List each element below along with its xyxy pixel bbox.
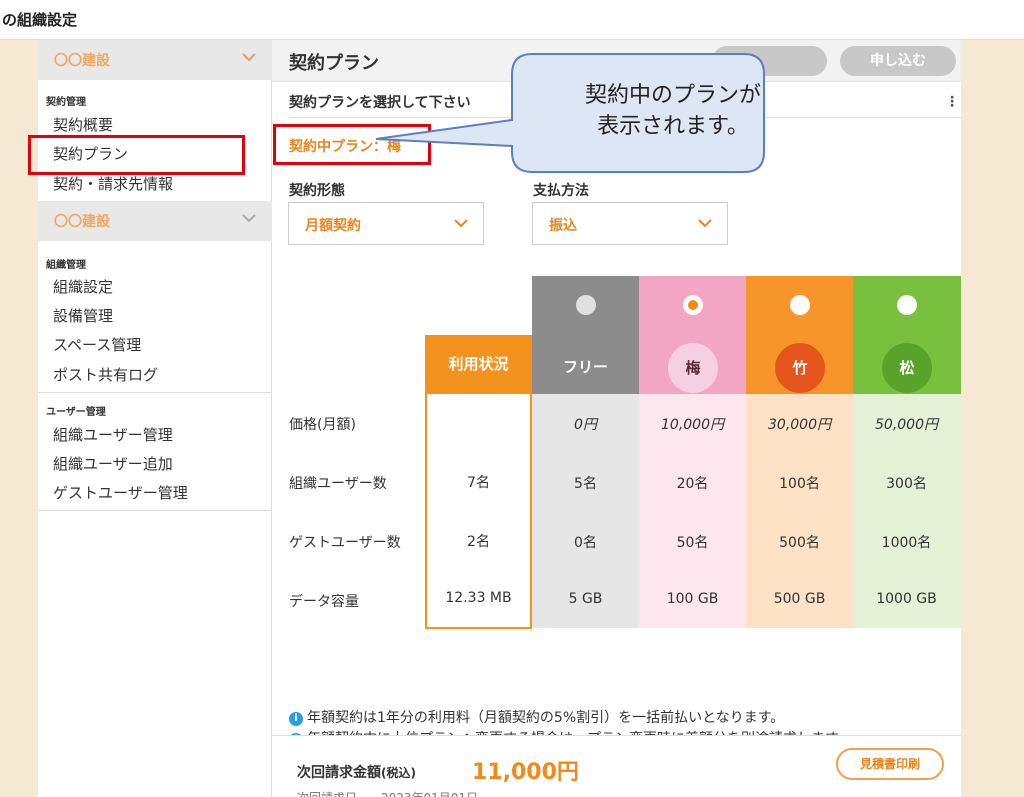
print-estimate-button[interactable]: 見積書印刷 [836,748,944,780]
plan-cell: 50名 [676,535,709,551]
highlight-box-sidebar [28,135,245,175]
plan-name: 竹 [792,359,808,377]
usage-storage: 12.33 MB [445,590,512,606]
usage-org-users: 7名 [467,475,490,491]
sidebar-org-name: 〇〇建設 [54,214,110,230]
chevron-down-icon [242,53,256,62]
payment-method-value: 振込 [549,218,577,234]
plan-name: フリー [562,358,608,376]
sidebar-item-space[interactable]: スペース管理 [53,334,141,355]
plan-cell: 500名 [779,535,820,551]
contract-type-value: 月額契約 [305,218,361,234]
contract-type-label: 契約形態 [289,183,345,199]
usage-column-header: 利用状況 [425,335,532,394]
usage-guest-users: 2名 [467,534,490,550]
plan-cell: 100名 [779,476,820,492]
plan-badge-icon: 竹 [775,343,825,393]
sidebar-heading-users: ユーザー管理 [46,407,106,418]
radio-icon[interactable] [576,295,596,315]
sidebar-item-billing-info[interactable]: 契約・請求先情報 [53,173,173,194]
radio-icon[interactable] [897,295,917,315]
plan-cell: 0円 [574,417,597,433]
callout-bubble: 契約中のプランが 表示されます。 [375,53,834,173]
plan-cell: 30,000円 [768,417,831,433]
plan-cell: 10,000円 [661,417,724,433]
plan-header-2[interactable]: 竹 [746,276,854,394]
plan-cell: 1000名 [881,535,932,551]
window-titlebar: の組織設定 [0,0,1024,40]
sidebar-org-name: 〇〇建設 [54,53,110,69]
info-note-text: 年額契約は1年分の利用料（月額契約の5%割引）を一括前払いとなります。 [307,710,785,726]
callout-text: 契約中のプランが 表示されます。 [512,80,834,142]
plan-cell: 5 GB [568,591,603,607]
sidebar-divider [38,392,272,393]
row-label-org-users: 組織ユーザー数 [289,476,387,492]
plan-cell: 100 GB [666,591,719,607]
plan-header-1[interactable]: 梅 [639,276,747,394]
sidebar-org-selector-2[interactable]: 〇〇建設 [38,201,272,241]
next-billing-text: 次回請求金額 [297,765,381,781]
sidebar-heading-contract: 契約管理 [46,97,86,108]
contract-type-select[interactable]: 月額契約 [288,202,484,245]
billing-footer: 次回請求金額(税込) 11,000円 見積書印刷 次回請求日 2023年01月0… [272,735,961,797]
next-billing-label: 次回請求金額(税込) [297,762,416,782]
plan-header-0[interactable]: フリー [532,276,640,394]
row-label-storage: データ容量 [289,594,359,610]
chevron-down-icon [698,219,712,228]
more-menu-icon[interactable]: ⋮ [945,95,959,109]
callout-line-2: 表示されます。 [597,114,749,139]
plan-cell: 300名 [886,476,927,492]
payment-method-select[interactable]: 振込 [532,202,728,245]
plan-cell: 5名 [574,476,597,492]
sidebar-heading-org: 組織管理 [46,260,86,271]
sidebar-item-org-users[interactable]: 組織ユーザー管理 [53,424,173,445]
sidebar-org-selector-1[interactable]: 〇〇建設 [38,40,272,80]
sidebar-item-guest-users[interactable]: ゲストユーザー管理 [53,482,188,503]
info-note: i 年額契約は1年分の利用料（月額契約の5%割引）を一括前払いとなります。 [289,707,784,727]
tax-note: (税込) [381,766,416,780]
sidebar-item-equipment[interactable]: 設備管理 [53,305,113,326]
sidebar-item-org-settings[interactable]: 組織設定 [53,276,113,297]
right-frame [961,40,1024,797]
chevron-down-icon [242,214,256,223]
callout-line-1: 契約中のプランが [584,83,761,108]
sidebar-item-add-user[interactable]: 組織ユーザー追加 [53,453,173,474]
plan-cell: 50,000円 [875,417,938,433]
row-label-price: 価格(月額) [289,417,356,433]
sidebar-item-post-log[interactable]: ポスト共有ログ [53,364,158,385]
next-billing-amount: 11,000円 [472,760,579,785]
row-label-guest-users: ゲストユーザー数 [289,535,401,551]
next-billing-date: 次回請求日 2023年01月01日 [297,789,478,797]
payment-method-label: 支払方法 [533,183,589,199]
radio-selected-icon[interactable] [683,295,703,315]
sidebar-item-contract-overview[interactable]: 契約概要 [53,114,113,135]
sidebar-divider [38,510,272,511]
usage-column: 7名 2名 12.33 MB [425,394,532,629]
plan-cell: 0名 [574,535,597,551]
page-title: 契約プラン [289,53,379,74]
plan-name: 松 [899,359,915,377]
radio-icon[interactable] [790,295,810,315]
highlight-box-current-plan [273,124,431,165]
plan-badge-icon: 松 [882,343,932,393]
plan-name: 梅 [685,359,701,377]
plan-badge-icon: 梅 [668,343,718,393]
plan-header-3[interactable]: 松 [853,276,961,394]
info-icon: i [289,712,303,726]
chevron-down-icon [454,219,468,228]
plan-cell: 20名 [676,476,709,492]
apply-button[interactable]: 申し込む [840,46,956,76]
plan-cell: 1000 GB [876,591,937,607]
window-title: の組織設定 [2,11,78,29]
plan-cell: 500 GB [773,591,826,607]
